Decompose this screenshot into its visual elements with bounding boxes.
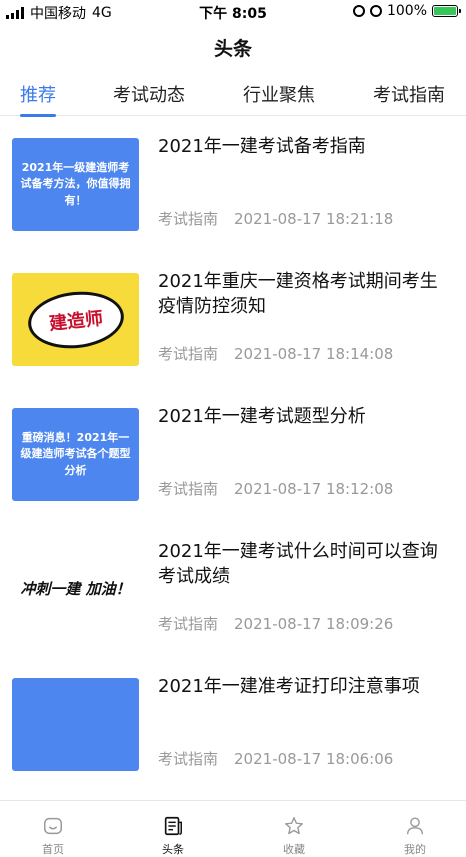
article-title[interactable]: 2021年重庆一建资格考试期间考生疫情防控须知 [158, 269, 453, 319]
tabbar-label: 收藏 [283, 843, 305, 856]
list-item[interactable]: 2021年一建准考证打印注意事项 考试指南 2021-08-17 18:06:06 [0, 662, 466, 797]
article-datetime: 2021-08-17 18:06:06 [234, 750, 394, 768]
home-icon [44, 817, 62, 835]
tab-exam-news[interactable]: 考试动态 [113, 81, 185, 107]
article-meta: 考试指南 2021-08-17 18:06:06 [158, 748, 393, 769]
article-title[interactable]: 2021年一建考试备考指南 [158, 134, 453, 159]
thumbnail-text: 冲刺一建 加油！ [20, 579, 131, 598]
article-title[interactable]: 2021年一建考试什么时间可以查询考试成绩 [158, 539, 453, 589]
article-thumbnail: 重磅消息！2021年一级建造师考试各个题型分析 [12, 408, 139, 501]
status-right: 100% [352, 3, 461, 19]
article-meta: 考试指南 2021-08-17 18:09:26 [158, 613, 393, 634]
active-tab-indicator [20, 114, 56, 117]
thumbnail-text: 建造师 [24, 286, 127, 353]
tabbar-label: 我的 [404, 843, 426, 856]
tabbar-item-profile[interactable]: 我的 [385, 815, 445, 857]
news-icon [164, 816, 182, 836]
article-title[interactable]: 2021年一建考试题型分析 [158, 404, 453, 429]
article-datetime: 2021-08-17 18:12:08 [234, 480, 394, 498]
orientation-lock-icon [352, 5, 365, 17]
tabbar-label: 头条 [162, 843, 184, 856]
tab-recommend[interactable]: 推荐 [20, 81, 56, 107]
battery-percent: 100% [386, 3, 427, 19]
tabbar-item-news[interactable]: 头条 [143, 815, 203, 857]
article-meta: 考试指南 2021-08-17 18:21:18 [158, 208, 393, 229]
article-category: 考试指南 [158, 345, 219, 363]
bottom-tab-bar: 首页 头条 收藏 我的 [0, 800, 466, 857]
status-bar: 中国移动 4G 下午 8:05 100% [0, 0, 466, 22]
tabbar-item-home[interactable]: 首页 [23, 815, 83, 857]
article-meta: 考试指南 2021-08-17 18:12:08 [158, 478, 393, 499]
article-thumbnail [12, 678, 139, 771]
article-category: 考试指南 [158, 750, 219, 768]
article-datetime: 2021-08-17 18:09:26 [234, 615, 394, 633]
article-thumbnail: 建造师 [12, 273, 139, 366]
tabbar-item-favorites[interactable]: 收藏 [264, 815, 324, 857]
article-title[interactable]: 2021年一建准考证打印注意事项 [158, 674, 453, 699]
star-icon [285, 817, 303, 835]
profile-icon [406, 817, 424, 835]
article-datetime: 2021-08-17 18:14:08 [234, 345, 394, 363]
tabbar-label: 首页 [42, 843, 64, 856]
list-item[interactable]: 2021年一级建造师考试备考方法，你值得拥有！ 2021年一建考试备考指南 考试… [0, 122, 466, 257]
article-thumbnail: 2021年一级建造师考试备考方法，你值得拥有！ [12, 138, 139, 231]
article-thumbnail: 冲刺一建 加油！ [12, 543, 139, 636]
tab-industry-focus[interactable]: 行业聚焦 [243, 81, 315, 107]
article-category: 考试指南 [158, 615, 219, 633]
article-meta: 考试指南 2021-08-17 18:14:08 [158, 343, 393, 364]
category-tabs: 推荐 考试动态 行业聚焦 考试指南 [0, 76, 466, 117]
list-item[interactable]: 重磅消息！2021年一级建造师考试各个题型分析 2021年一建考试题型分析 考试… [0, 392, 466, 527]
thumbnail-text: 2021年一级建造师考试备考方法，你值得拥有！ [20, 160, 131, 207]
article-category: 考试指南 [158, 210, 219, 228]
page-title: 头条 [213, 38, 252, 60]
list-item[interactable]: 建造师 2021年重庆一建资格考试期间考生疫情防控须知 考试指南 2021-08-… [0, 257, 466, 392]
tab-exam-guide[interactable]: 考试指南 [373, 81, 445, 107]
list-item[interactable]: 冲刺一建 加油！ 2021年一建考试什么时间可以查询考试成绩 考试指南 2021-… [0, 527, 466, 662]
article-datetime: 2021-08-17 18:21:18 [234, 210, 394, 228]
alarm-icon [369, 5, 382, 17]
thumbnail-text: 重磅消息！2021年一级建造师考试各个题型分析 [20, 430, 131, 477]
article-category: 考试指南 [158, 480, 219, 498]
battery-icon [432, 5, 461, 17]
